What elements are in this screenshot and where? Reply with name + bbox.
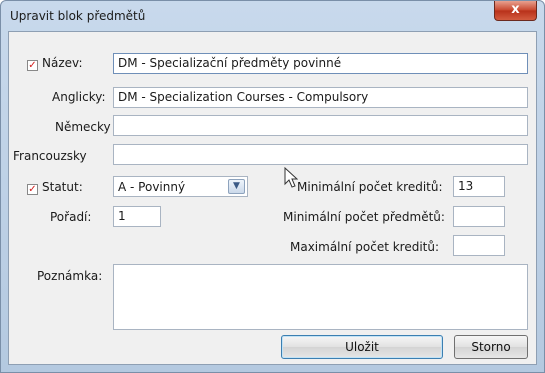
dialog-body: ✓ Název: DM - Specializační předměty povi…	[8, 31, 537, 365]
close-button[interactable]: x	[494, 1, 537, 21]
nemecky-field[interactable]	[113, 115, 528, 136]
min-kredity-field[interactable]: 13	[453, 176, 505, 197]
statut-label: ✓ Statut:	[27, 180, 83, 195]
anglicky-field[interactable]: DM - Specialization Courses - Compulsory	[113, 87, 528, 108]
anglicky-label: Anglicky:	[52, 90, 106, 104]
save-button[interactable]: Uložit	[281, 335, 443, 359]
poradi-field[interactable]: 1	[113, 206, 161, 227]
window-title: Upravit blok předmětů	[10, 9, 146, 23]
nazev-field[interactable]: DM - Specializační předměty povinné	[113, 53, 528, 74]
chevron-down-icon[interactable]: ▼	[228, 179, 245, 194]
poznamka-field[interactable]	[113, 264, 528, 330]
poradi-label: Pořadí:	[50, 210, 92, 224]
nazev-label: ✓ Název:	[27, 56, 83, 71]
statut-dropdown[interactable]: A - Povinný ▼	[113, 176, 248, 197]
nazev-label-text: Název:	[42, 56, 83, 70]
mouse-pointer-icon	[284, 167, 298, 188]
dialog-window: Upravit blok předmětů x ✓ Název: DM - Spe…	[0, 0, 545, 373]
max-kredity-label: Maximální počet kreditů:	[290, 240, 440, 254]
francouzsky-field[interactable]	[113, 144, 528, 165]
cancel-button[interactable]: Storno	[454, 335, 528, 359]
close-icon: x	[511, 2, 520, 17]
required-checkbox-icon: ✓	[27, 184, 38, 195]
francouzsky-label: Francouzsky	[13, 149, 87, 163]
min-kredity-label: Minimální počet kreditů:	[297, 180, 443, 194]
title-bar[interactable]: Upravit blok předmětů x	[1, 1, 544, 31]
max-kredity-field[interactable]	[453, 235, 505, 256]
statut-label-text: Statut:	[42, 180, 83, 194]
nemecky-label: Německy	[55, 120, 111, 134]
min-predmety-label: Minimální počet předmětů:	[283, 210, 445, 224]
statut-value: A - Povinný	[118, 180, 186, 194]
required-checkbox-icon: ✓	[27, 60, 38, 71]
poznamka-label: Poznámka:	[37, 269, 103, 283]
min-predmety-field[interactable]	[453, 206, 505, 227]
